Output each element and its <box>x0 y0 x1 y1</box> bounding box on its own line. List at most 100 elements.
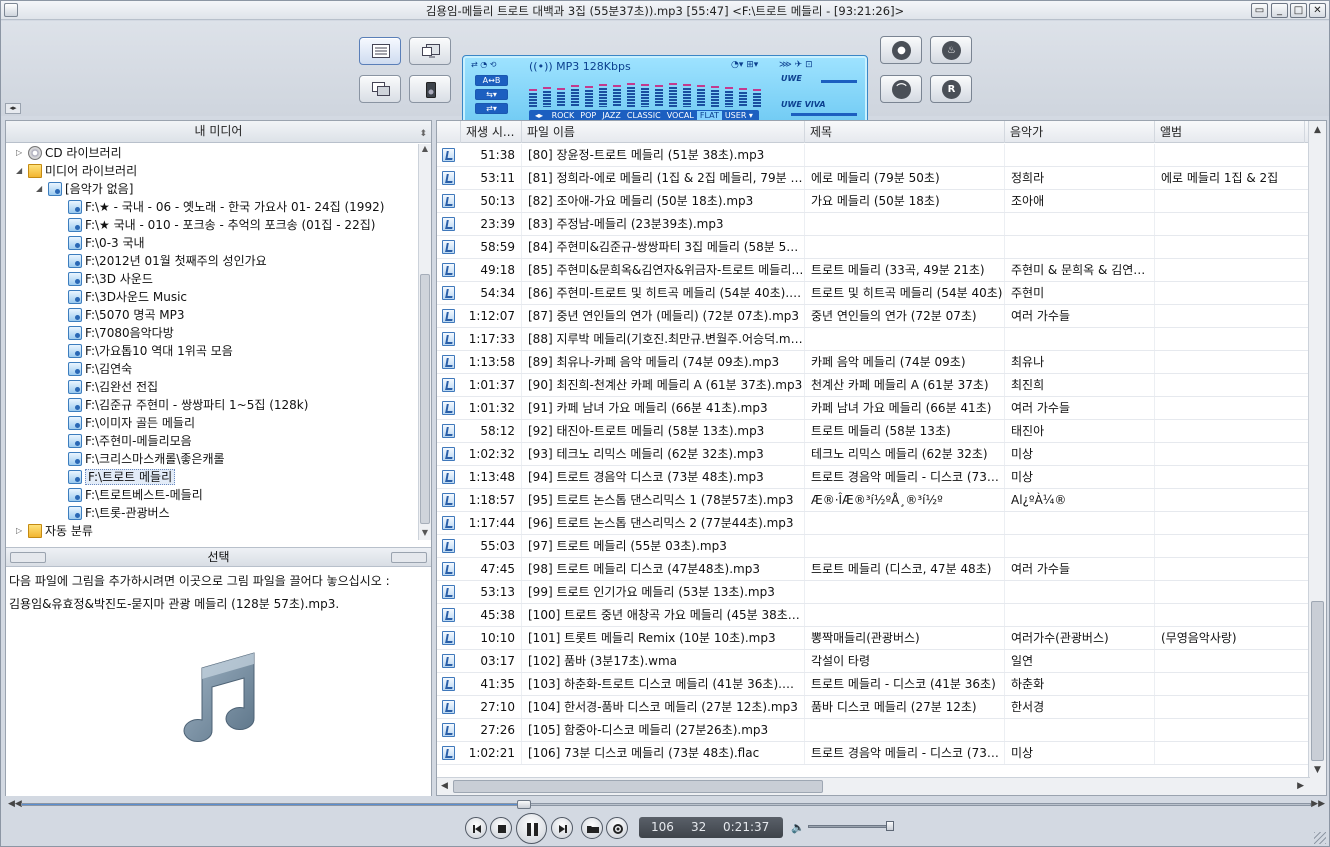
eq-band[interactable] <box>739 92 747 107</box>
table-row[interactable]: 51:38 [80] 장윤정-트로트 메들리 (51분 38초).mp3 <box>437 144 1309 167</box>
minimize-button[interactable]: _ <box>1271 3 1288 18</box>
record-button[interactable]: ● <box>880 36 922 64</box>
shuffle-button[interactable]: ⇆▾ <box>475 89 508 100</box>
eq-band[interactable] <box>753 93 761 107</box>
uwe-viva-slider[interactable] <box>791 113 857 116</box>
tree-scroll-thumb[interactable] <box>420 274 430 524</box>
tree-item[interactable]: F:\3D사운드 Music <box>68 288 187 306</box>
expander-icon[interactable]: ◢ <box>36 180 42 198</box>
playlist-vscroll-thumb[interactable] <box>1311 601 1324 761</box>
eq-band[interactable] <box>627 87 635 107</box>
open-file-button[interactable] <box>581 817 603 839</box>
tree-item[interactable]: ▷ 자동 분류 <box>16 522 93 540</box>
eq-band[interactable] <box>599 88 607 107</box>
seek-thumb[interactable] <box>517 800 532 809</box>
seek-track[interactable] <box>21 800 1311 809</box>
table-row[interactable]: 55:03 [97] 트로트 메들리 (55분 03초).mp3 <box>437 535 1309 558</box>
r-button[interactable]: R <box>930 75 972 103</box>
table-row[interactable]: 50:13 [82] 조아애-가요 메들리 (50분 18초).mp3 가요 메들리… <box>437 190 1309 213</box>
scroll-left-icon[interactable]: ◀ <box>441 781 448 791</box>
table-row[interactable]: 27:26 [105] 함중아-디스코 메들리 (27분26초).mp3 <box>437 719 1309 742</box>
mini-mode-button[interactable] <box>359 75 401 103</box>
list-scroll-down-icon[interactable]: ▼ <box>1314 765 1321 775</box>
eq-band[interactable] <box>557 92 565 107</box>
library-view-button[interactable] <box>359 37 401 65</box>
tree-item[interactable]: F:\트롯-관광버스 <box>68 504 170 522</box>
lcd-mode-icons[interactable]: ◔▾ ⊞▾ <box>731 60 758 70</box>
eq-band[interactable] <box>725 91 733 107</box>
table-row[interactable]: 58:12 [92] 태진아-트로트 메들리 (58분 13초).mp3 트로트 메… <box>437 420 1309 443</box>
table-row[interactable]: 27:10 [104] 한서경-품바 디스코 메들리 (27분 12초).mp3 품… <box>437 696 1309 719</box>
next-button[interactable] <box>551 817 573 839</box>
pause-button[interactable] <box>516 813 547 844</box>
tree-item[interactable]: F:\★ 국내 - 010 - 포크송 - 추억의 포크송 (01집 - 22집… <box>68 216 375 234</box>
sort-icon[interactable]: ⬍ <box>419 124 427 145</box>
expander-icon[interactable]: ▷ <box>16 522 22 540</box>
column-header[interactable]: 제목 <box>805 121 1005 143</box>
tree-item[interactable]: ▷ CD 라이브러리 <box>16 144 122 162</box>
table-row[interactable]: 53:11 [81] 정희라-에로 메들리 (1집 & 2집 메들리, 79분 5… <box>437 167 1309 190</box>
fire-button[interactable]: ♨ <box>930 36 972 64</box>
repeat-icons[interactable]: ⇄ ◔ ⟲ <box>471 60 496 69</box>
resize-grip[interactable] <box>1314 832 1326 844</box>
tree-scrollbar[interactable]: ▲ ▼ <box>418 144 431 540</box>
table-row[interactable]: 1:13:48 [94] 트로트 경음악 디스코 (73분 48초).mp3 트로트… <box>437 466 1309 489</box>
tree-item[interactable]: F:\이미자 골든 메들리 <box>68 414 195 432</box>
eq-band[interactable] <box>571 89 579 107</box>
column-header-icon[interactable] <box>437 121 461 143</box>
table-row[interactable]: 49:18[85] 주현미&문희옥&김연자&위금자-트로트 메들리 (33곡, … <box>437 259 1309 282</box>
panel-toggle-button[interactable]: ◂▸ <box>5 103 21 114</box>
ab-repeat-button[interactable]: A↔B <box>475 75 508 86</box>
eq-preset[interactable]: CLASSIC <box>624 111 664 120</box>
tree-item[interactable]: F:\김연숙 <box>68 360 132 378</box>
scroll-down-icon[interactable]: ▼ <box>419 528 431 540</box>
radio-button[interactable]: ⌒ <box>880 75 922 103</box>
tree-item[interactable]: F:\주현미-메들리모음 <box>68 432 192 450</box>
eq-band[interactable] <box>711 90 719 107</box>
eq-band[interactable] <box>669 87 677 107</box>
tree-item[interactable]: F:\크리스마스캐롤\좋은캐롤 <box>68 450 225 468</box>
tree-item[interactable]: ◢ [음악가 없음] <box>36 180 133 198</box>
scroll-up-icon[interactable]: ▲ <box>419 144 431 156</box>
previous-button[interactable] <box>465 817 487 839</box>
table-row[interactable]: 58:59[84] 주현미&김준규-쌍쌍파티 3집 메들리 (58분 59초).… <box>437 236 1309 259</box>
uwe-slider[interactable] <box>821 80 857 83</box>
expander-icon[interactable]: ◢ <box>16 162 22 180</box>
tree-item[interactable]: F:\2012년 01월 첫째주의 성인가요 <box>68 252 267 270</box>
tree-item[interactable]: F:\김완선 전집 <box>68 378 158 396</box>
eq-preset[interactable]: USER ▾ <box>722 111 756 120</box>
volume-thumb[interactable] <box>885 821 894 831</box>
tree-item[interactable]: F:\3D 사운드 <box>68 270 153 288</box>
tree-item[interactable]: F:\트로트베스트-메들리 <box>68 486 203 504</box>
tree-item[interactable]: F:\7080음악다방 <box>68 324 174 342</box>
eq-band[interactable] <box>613 89 621 107</box>
table-row[interactable]: 47:45 [98] 트로트 메들리 디스코 (47분48초).mp3 트로트 메들… <box>437 558 1309 581</box>
selection-left-toggle[interactable] <box>10 552 46 563</box>
table-row[interactable]: 1:17:33 [88] 지루박 메들리(기호진.최만규.변월주.어승덕.mp3 <box>437 328 1309 351</box>
repeat-button[interactable]: ⇄▾ <box>475 103 508 114</box>
column-header[interactable]: 파일 이름 <box>522 121 805 143</box>
table-row[interactable]: 41:35 [103] 하춘화-트로트 디스코 메들리 (41분 36초).mp3… <box>437 673 1309 696</box>
eject-button[interactable] <box>606 817 628 839</box>
elapsed-time[interactable]: 0:21:37 <box>723 817 769 838</box>
table-row[interactable]: 03:17 [102] 품바 (3분17초).wma 각설이 타령 일연 <box>437 650 1309 673</box>
tree-item[interactable]: F:\★ - 국내 - 06 - 옛노래 - 한국 가요사 01- 24집 (1… <box>68 198 384 216</box>
stop-button[interactable] <box>490 817 512 839</box>
table-row[interactable]: 1:02:21 [106] 73분 디스코 메들리 (73분 48초).flac 트… <box>437 742 1309 765</box>
table-row[interactable]: 10:10 [101] 트롯트 메들리 Remix (10분 10초).mp3 뽕짝… <box>437 627 1309 650</box>
equalizer-bars[interactable] <box>529 77 767 107</box>
table-row[interactable]: 1:12:07 [87] 중년 연인들의 연가 (메들리) (72분 07초).m… <box>437 305 1309 328</box>
volume-icon[interactable]: 🔈 <box>791 821 805 834</box>
tree-item[interactable]: F:\5070 명곡 MP3 <box>68 306 185 324</box>
playlist-hscroll-thumb[interactable] <box>453 780 823 793</box>
playlist-hscrollbar[interactable]: ◀ ▶ <box>437 777 1310 795</box>
selection-body[interactable]: 다음 파일에 그림을 추가하시려면 이곳으로 그림 파일을 끌어다 놓으십시오 … <box>6 568 431 796</box>
tree-item[interactable]: ◢ 미디어 라이브러리 <box>16 162 137 180</box>
table-row[interactable]: 45:38 [100] 트로트 중년 애창곡 가요 메들리 (45분 38초).m… <box>437 604 1309 627</box>
table-row[interactable]: 1:02:32 [93] 테크노 리믹스 메들리 (62분 32초).mp3 테크노… <box>437 443 1309 466</box>
tree-item[interactable]: F:\가요톱10 역대 1위곡 모음 <box>68 342 233 360</box>
eq-preset[interactable]: POP <box>577 111 599 120</box>
eq-band[interactable] <box>697 89 705 107</box>
eq-band[interactable] <box>543 91 551 107</box>
selection-right-toggle[interactable] <box>391 552 427 563</box>
